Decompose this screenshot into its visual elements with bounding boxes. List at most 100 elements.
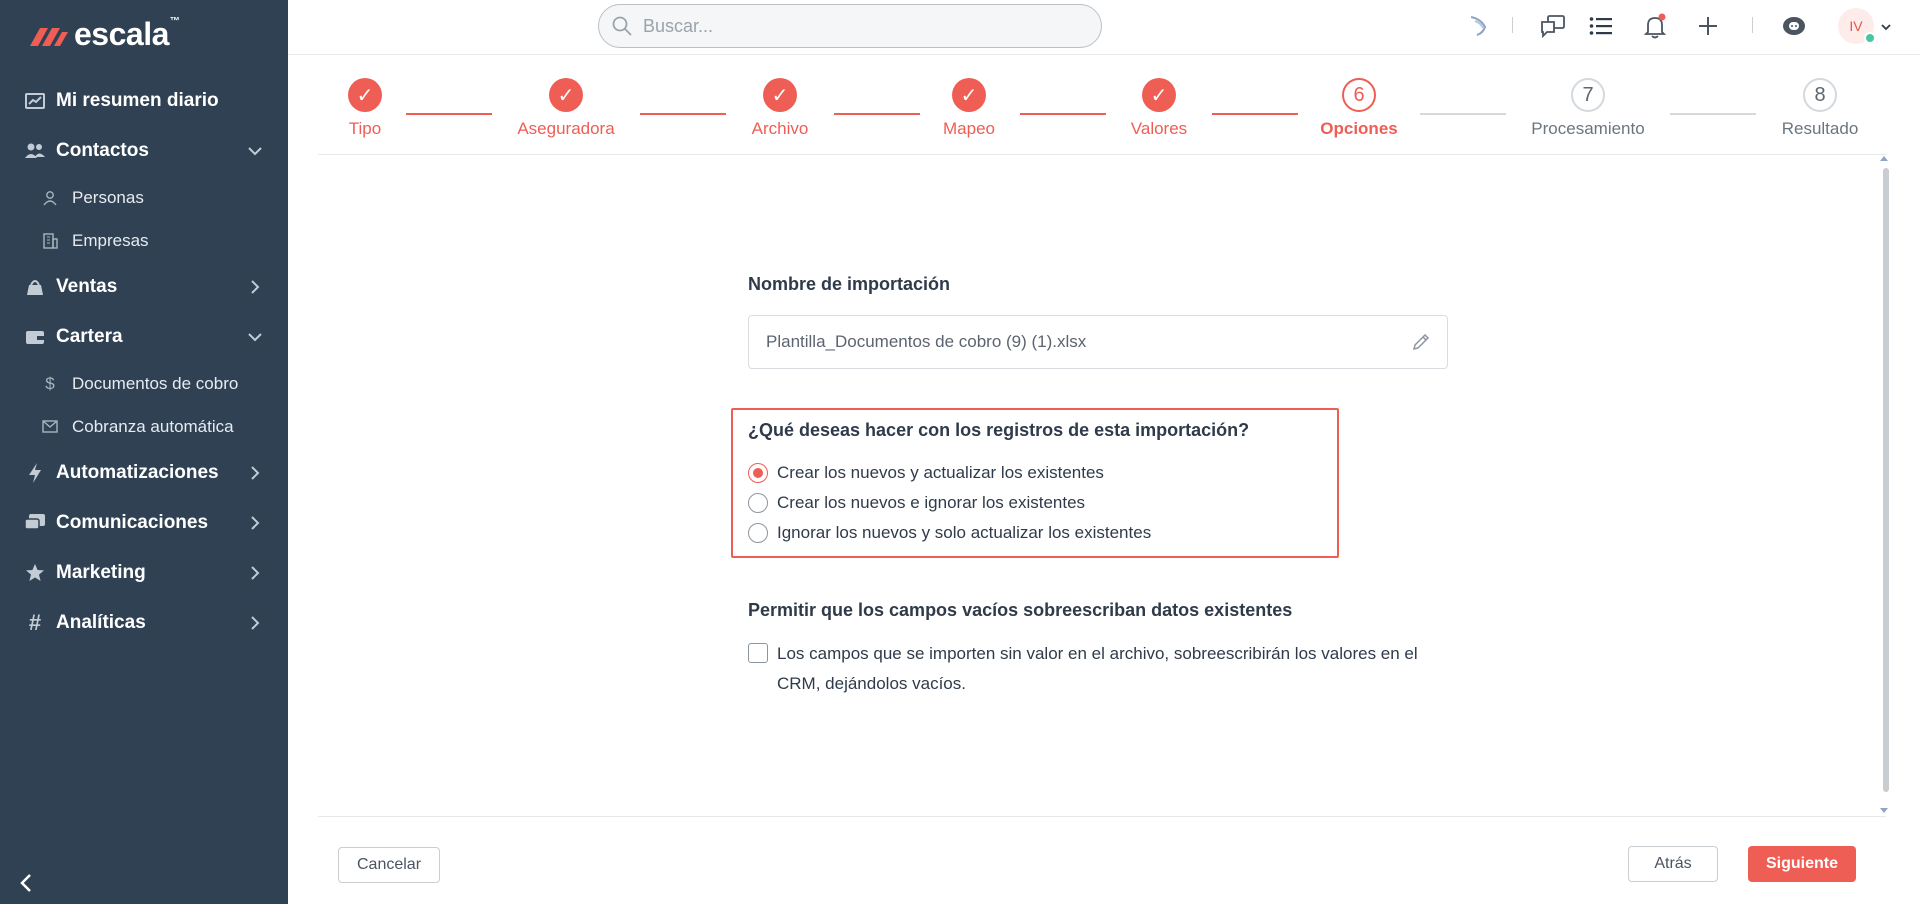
chevron-right-icon[interactable] xyxy=(246,514,264,532)
sidebar-subitem-label: Personas xyxy=(72,187,144,207)
step-check-icon: ✓ xyxy=(1142,78,1176,112)
user-icon xyxy=(42,190,58,206)
step-mapeo[interactable]: ✓ Mapeo xyxy=(889,78,1049,139)
chevron-right-icon[interactable] xyxy=(246,464,264,482)
step-procesamiento[interactable]: 7 Procesamiento xyxy=(1508,78,1668,139)
chevron-right-icon[interactable] xyxy=(246,564,264,582)
chevron-down-icon[interactable] xyxy=(1880,21,1892,33)
radio-button[interactable] xyxy=(748,523,768,543)
sidebar-subitem-personas[interactable]: Personas xyxy=(0,176,288,219)
step-resultado[interactable]: 8 Resultado xyxy=(1740,78,1900,139)
sidebar-item-automatizaciones[interactable]: Automatizaciones xyxy=(0,448,288,498)
step-opciones[interactable]: 6 Opciones xyxy=(1279,78,1439,139)
step-check-icon: ✓ xyxy=(348,78,382,112)
sidebar-item-label: Mi resumen diario xyxy=(56,90,219,111)
sidebar-item-label: Contactos xyxy=(56,140,149,161)
option-create-and-update[interactable]: Crear los nuevos y actualizar los existe… xyxy=(748,463,1104,483)
sidebar-item-label: Analíticas xyxy=(56,612,146,633)
search-box[interactable] xyxy=(598,4,1102,48)
import-name-field[interactable] xyxy=(748,315,1448,369)
overwrite-checkbox[interactable] xyxy=(748,643,768,663)
bird-logo-icon[interactable] xyxy=(1466,12,1494,40)
sidebar-item-cartera[interactable]: Cartera xyxy=(0,312,288,362)
next-button[interactable]: Siguiente xyxy=(1748,846,1856,882)
sidebar-subitem-empresas[interactable]: Empresas xyxy=(0,219,288,262)
sidebar-item-analiticas[interactable]: # Analíticas xyxy=(0,598,288,648)
option-create-and-ignore[interactable]: Crear los nuevos e ignorar los existente… xyxy=(748,493,1085,513)
step-check-icon: ✓ xyxy=(952,78,986,112)
add-plus-icon[interactable] xyxy=(1694,12,1722,40)
sidebar: escala™ Mi resumen diario Contactos Pers… xyxy=(0,0,288,904)
sidebar-subitem-cobranza-automatica[interactable]: Cobranza automática xyxy=(0,405,288,448)
dollar-icon: $ xyxy=(45,373,55,393)
search-icon xyxy=(612,16,632,36)
chevron-right-icon[interactable] xyxy=(246,614,264,632)
sidebar-item-contactos[interactable]: Contactos xyxy=(0,126,288,176)
hash-icon: # xyxy=(28,610,42,635)
chart-icon xyxy=(24,90,46,112)
header-divider xyxy=(1512,17,1513,33)
radio-button[interactable] xyxy=(748,493,768,513)
scroll-down-arrow-icon[interactable] xyxy=(1880,808,1888,813)
step-label: Mapeo xyxy=(943,119,995,138)
sidebar-subitem-documentos-de-cobro[interactable]: $ Documentos de cobro xyxy=(0,362,288,405)
step-number: 8 xyxy=(1803,78,1837,112)
star-icon xyxy=(24,562,46,584)
sidebar-item-comunicaciones[interactable]: Comunicaciones xyxy=(0,498,288,548)
import-name-title: Nombre de importación xyxy=(748,274,951,294)
header-divider xyxy=(1752,17,1753,33)
import-name-input[interactable] xyxy=(764,331,1388,353)
collapse-sidebar-icon[interactable] xyxy=(16,872,36,894)
option-ignore-and-update[interactable]: Ignorar los nuevos y solo actualizar los… xyxy=(748,523,1151,543)
back-button[interactable]: Atrás xyxy=(1628,846,1718,882)
building-icon xyxy=(42,232,58,249)
chevron-down-icon[interactable] xyxy=(246,142,264,160)
users-icon xyxy=(24,140,46,162)
bank-icon xyxy=(24,276,46,298)
sidebar-item-label: Cartera xyxy=(56,326,123,347)
import-stepper: ✓ Tipo ✓ Aseguradora ✓ Archivo ✓ Mapeo ✓… xyxy=(318,56,1886,155)
envelope-icon xyxy=(42,419,58,435)
bolt-icon xyxy=(24,462,46,484)
sidebar-nav: Mi resumen diario Contactos Personas Emp… xyxy=(0,76,288,648)
step-archivo[interactable]: ✓ Archivo xyxy=(700,78,860,139)
online-status-indicator xyxy=(1864,32,1876,44)
step-aseguradora[interactable]: ✓ Aseguradora xyxy=(486,78,646,139)
step-tipo[interactable]: ✓ Tipo xyxy=(285,78,445,139)
footer-divider xyxy=(318,816,1886,817)
step-number: 7 xyxy=(1571,78,1605,112)
sidebar-item-mi-resumen-diario[interactable]: Mi resumen diario xyxy=(0,76,288,126)
chevron-down-icon[interactable] xyxy=(246,328,264,346)
step-valores[interactable]: ✓ Valores xyxy=(1079,78,1239,139)
sidebar-subitem-label: Cobranza automática xyxy=(72,416,234,436)
option-label: Crear los nuevos y actualizar los existe… xyxy=(777,463,1104,482)
sidebar-item-ventas[interactable]: Ventas xyxy=(0,262,288,312)
sidebar-item-marketing[interactable]: Marketing xyxy=(0,548,288,598)
support-headset-icon[interactable] xyxy=(1780,12,1808,40)
radio-button-selected[interactable] xyxy=(748,463,768,483)
conversations-icon[interactable] xyxy=(1539,12,1567,40)
sidebar-subitem-label: Documentos de cobro xyxy=(72,373,239,393)
sidebar-subitem-label: Empresas xyxy=(72,230,149,250)
step-label: Valores xyxy=(1130,119,1188,138)
step-number: 6 xyxy=(1342,78,1376,112)
scroll-up-arrow-icon[interactable] xyxy=(1880,156,1888,161)
brand-logo[interactable]: escala™ xyxy=(28,14,180,54)
chevron-right-icon[interactable] xyxy=(246,278,264,296)
list-icon[interactable] xyxy=(1587,12,1615,40)
sidebar-item-label: Ventas xyxy=(56,276,118,297)
overwrite-description: Los campos que se importen sin valor en … xyxy=(777,644,1418,693)
scrollbar-thumb[interactable] xyxy=(1883,168,1889,792)
step-label: Tipo xyxy=(348,119,382,138)
pencil-edit-icon[interactable] xyxy=(1411,332,1431,352)
option-label: Crear los nuevos e ignorar los existente… xyxy=(777,493,1086,512)
search-input[interactable] xyxy=(641,14,1065,38)
notifications-bell-icon[interactable] xyxy=(1641,12,1669,40)
cancel-button[interactable]: Cancelar xyxy=(338,847,440,883)
step-label: Resultado xyxy=(1781,119,1859,138)
step-label: Aseguradora xyxy=(517,119,615,138)
wallet-icon xyxy=(24,326,46,348)
overwrite-empty-fields-option[interactable]: Los campos que se importen sin valor en … xyxy=(748,639,1448,699)
brand-name: escala™ xyxy=(74,15,180,52)
step-label: Opciones xyxy=(1320,119,1398,138)
